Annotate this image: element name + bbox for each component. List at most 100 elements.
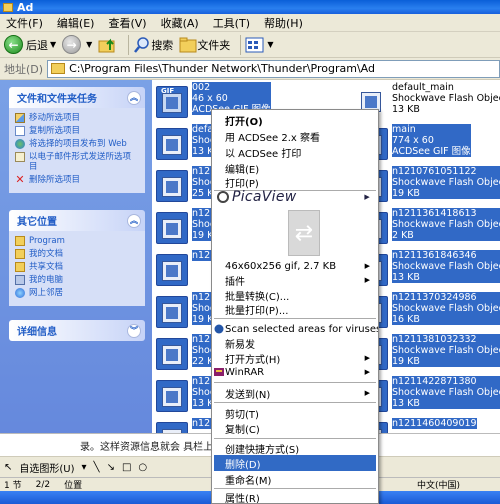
menu-send-to[interactable]: 发送到(N) ▶ [214,385,376,401]
file-size: 19 KB [392,188,500,199]
cursor-icon[interactable]: ↖ [4,462,12,473]
menu-delete[interactable]: 删除(D) [214,455,376,471]
context-menu: 打开(O) 用 ACDSee 2.x 察看 以 ACDSee 打印 编辑(E) … [211,109,379,504]
dropdown-icon[interactable]: ▾ [82,462,87,473]
search-button[interactable]: 搜索 [133,36,173,54]
rectangle-tool-icon[interactable]: □ [122,462,131,473]
chevron-down-icon[interactable]: ▼ [50,40,56,49]
task-delete[interactable]: ✕ 删除所选项目 [15,174,139,185]
menu-new-post[interactable]: 新易发 [214,335,376,351]
plugins-label: 插件 [225,276,245,288]
computer-icon [15,275,25,285]
menu-acdsee-print[interactable]: 以 ACDSee 打印 [214,144,376,160]
place-shared-documents[interactable]: 共享文档 [15,262,139,272]
place-my-computer[interactable]: 我的电脑 [15,275,139,285]
place-label: 网上邻居 [29,288,64,298]
task-pane: 文件和文件夹任务 ︽ 移动所选项目 复制所选项目 将选择的项目发布到 Web 以… [0,80,152,456]
copy-icon [15,126,25,136]
menu-help[interactable]: 帮助(H) [258,15,311,31]
submenu-arrow-icon: ▶ [364,368,370,376]
place-my-documents[interactable]: 我的文档 [15,249,139,259]
menu-rename[interactable]: 重命名(M) [214,471,376,487]
details-header[interactable]: 详细信息 ︾ [9,320,145,341]
folder-icon [15,262,25,272]
file-size: 19 KB [392,356,500,367]
file-type: Shockwave Flash Object [392,219,500,230]
arrow-tool-icon[interactable]: ↘ [107,462,115,473]
file-type: Shockwave Flash Object [392,261,500,272]
flash-file-icon [156,296,188,328]
file-tasks-header[interactable]: 文件和文件夹任务 ︽ [9,87,145,108]
back-button[interactable]: ← 后退 ▼ [4,35,56,54]
menu-acdsee-view[interactable]: 用 ACDSee 2.x 察看 [214,128,376,144]
menu-edit[interactable]: 编辑(E) [51,15,103,31]
forward-button[interactable]: → ▼ [62,35,92,54]
image-info-label: 46x60x256 gif, 2.7 KB [225,260,337,272]
file-size: 13 KB [392,398,500,409]
line-tool-icon[interactable]: ╲ [94,462,100,473]
send-to-label: 发送到(N) [225,389,271,401]
file-name: n1210761051122 [392,166,500,177]
menu-cut[interactable]: 剪切(T) [214,405,376,421]
ellipse-tool-icon[interactable]: ○ [138,462,147,473]
folders-label: 文件夹 [197,38,231,52]
email-icon [15,152,25,162]
collapse-icon[interactable]: ︽ [127,213,141,228]
language-indicator: 中文(中国) [416,481,460,491]
task-move[interactable]: 移动所选项目 [15,113,139,123]
menu-copy[interactable]: 复制(C) [214,420,376,436]
folder-icon [179,37,197,52]
up-button[interactable] [98,36,118,54]
expand-icon[interactable]: ︾ [127,323,141,338]
menu-create-shortcut[interactable]: 创建快捷方式(S) [214,440,376,456]
task-copy[interactable]: 复制所选项目 [15,126,139,136]
autoshapes-button[interactable]: 自选图形(U) [19,460,74,475]
file-name: n1211460409019 [392,418,477,429]
flash-file-icon [156,338,188,370]
place-program[interactable]: Program [15,236,139,246]
toolbar-separator [128,34,130,55]
file-size: ACDSee GIF 图像 [392,146,471,157]
file-type: Shockwave Flash Object [392,345,500,356]
file-tasks-body: 移动所选项目 复制所选项目 将选择的项目发布到 Web 以电子邮件形式发送所选项… [9,108,145,193]
task-publish-web[interactable]: 将选择的项目发布到 Web [15,139,139,149]
task-label: 移动所选项目 [29,113,81,123]
menu-file[interactable]: 文件(F) [0,15,51,31]
file-size: 13 KB [392,272,500,283]
file-name: n1211361418613 [392,208,500,219]
chevron-down-icon[interactable]: ▼ [86,40,92,49]
menu-open[interactable]: 打开(O) [214,112,376,128]
back-label: 后退 [26,38,48,52]
task-label: 删除所选项目 [29,175,81,185]
other-places-header[interactable]: 其它位置 ︽ [9,210,145,231]
menu-winrar[interactable]: WinRAR ▶ [214,364,376,380]
title-bar: Ad [0,0,500,14]
folder-icon [15,249,25,259]
folders-button[interactable]: 文件夹 [179,37,230,53]
submenu-arrow-icon: ▶ [364,354,370,362]
menu-tools[interactable]: 工具(T) [207,15,258,31]
file-type: Shockwave Flash Object [392,93,500,104]
menu-picaview[interactable]: PicaView ▶ [214,188,376,206]
menu-plugins[interactable]: 插件 ▶ [214,272,376,288]
task-email[interactable]: 以电子邮件形式发送所选项目 [15,152,139,172]
task-label: 复制所选项目 [29,126,81,136]
address-field[interactable]: C:\Program Files\Thunder Network\Thunder… [47,59,500,78]
move-icon [15,113,25,123]
chevron-down-icon[interactable]: ▼ [267,40,273,49]
menu-bar: 文件(F) 编辑(E) 查看(V) 收藏(A) 工具(T) 帮助(H) [0,14,500,32]
window-title: Ad [17,0,34,14]
menu-favorites[interactable]: 收藏(A) [155,15,207,31]
picaview-label: PicaView [232,189,297,205]
file-type: Shockwave Flash Object [392,387,500,398]
menu-properties[interactable]: 属性(R) [214,489,376,504]
file-type: Shockwave Flash Object [392,177,500,188]
file-type: Shockwave Flash Object [392,303,500,314]
file-name: n1211370324986 [392,292,500,303]
collapse-icon[interactable]: ︽ [127,90,141,105]
views-button[interactable]: ▼ [245,37,273,53]
menu-view[interactable]: 查看(V) [102,15,154,31]
place-network[interactable]: 网上邻居 [15,288,139,298]
page-indicator: 2/2 [35,479,51,490]
menu-batch-print[interactable]: 批量打印(P)... [214,301,376,317]
